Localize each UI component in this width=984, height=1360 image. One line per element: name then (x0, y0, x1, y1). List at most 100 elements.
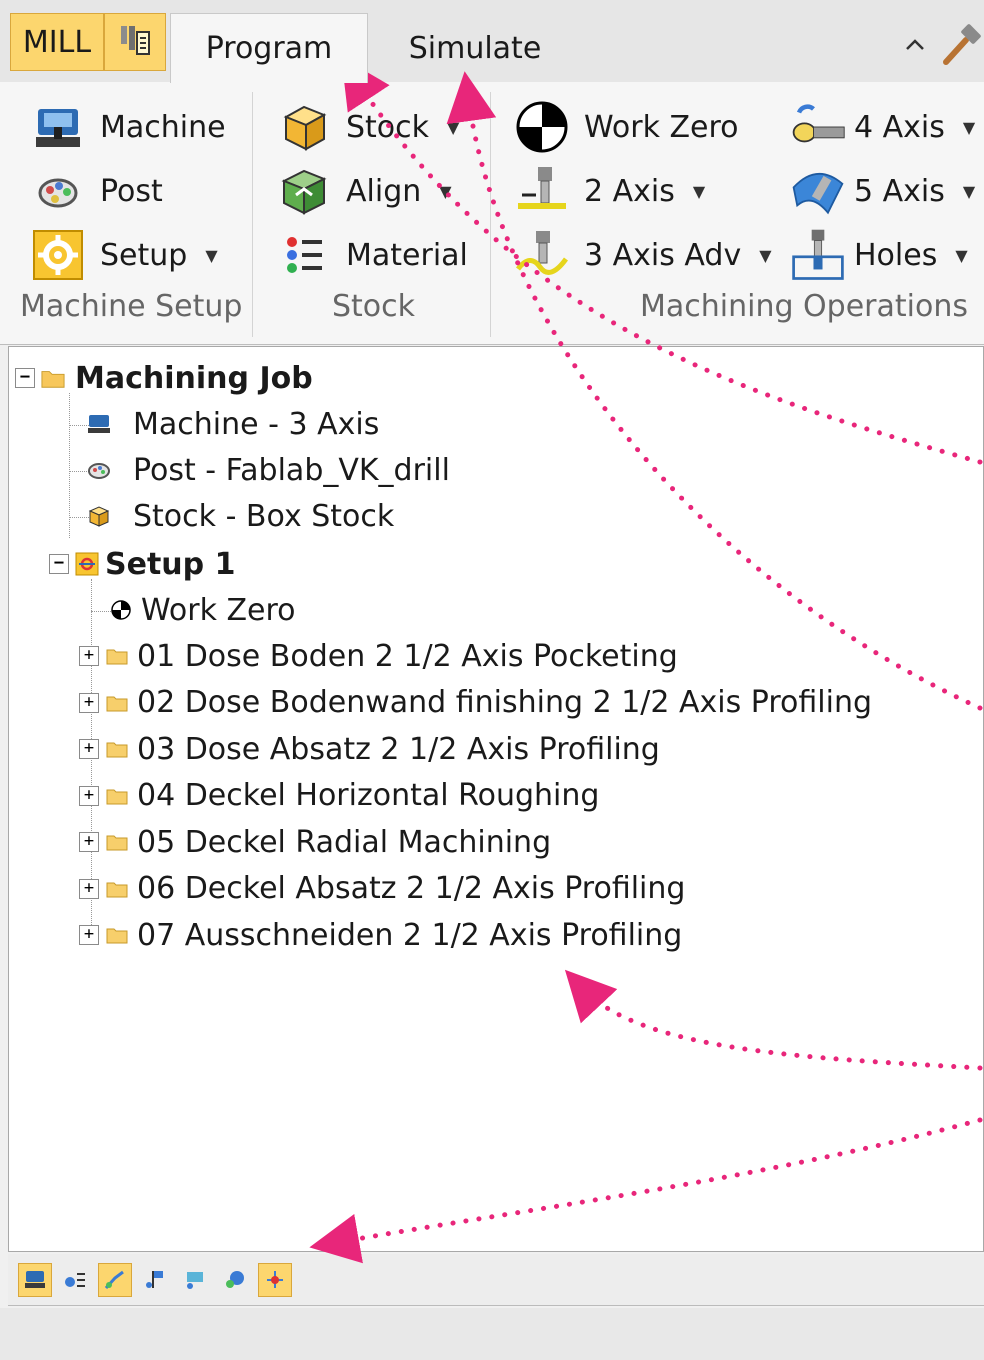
collapse-toggle[interactable]: − (49, 554, 69, 574)
five-axis-button[interactable]: 5 Axis ▼ (790, 162, 975, 220)
align-icon (281, 169, 327, 215)
work-zero-label: Work Zero (584, 109, 739, 145)
stock-view-button[interactable] (218, 1263, 252, 1297)
group-divider (252, 92, 253, 337)
tree-node-label: 06 Deckel Absatz 2 1/2 Axis Profiling (137, 871, 686, 906)
work-zero-icon (111, 600, 131, 620)
machine-button[interactable]: Machine (30, 98, 226, 156)
group-label-machining-operations: Machining Operations (640, 289, 968, 324)
setup-gear-icon (75, 552, 99, 576)
tree-node-operation[interactable]: +04 Deckel Horizontal Roughing (79, 775, 599, 817)
four-axis-label: 4 Axis (854, 109, 945, 145)
tool-view-button[interactable] (138, 1263, 172, 1297)
five-axis-dropdown-icon[interactable]: ▼ (963, 182, 975, 201)
expand-toggle[interactable]: + (79, 785, 99, 806)
machining-job-tree[interactable]: − Machining Job Machine - 3 Axis Post - … (8, 346, 984, 1252)
toolpath-view-button[interactable] (98, 1262, 132, 1297)
material-list-icon (287, 237, 322, 273)
holes-drill-icon (792, 229, 844, 280)
folder-icon (106, 835, 128, 851)
setup-label: Setup (100, 237, 188, 273)
material-button[interactable]: Material (276, 226, 468, 284)
tree-node-operation[interactable]: +03 Dose Absatz 2 1/2 Axis Profiling (79, 728, 660, 770)
tree-node-label: Stock - Box Stock (133, 498, 395, 534)
machine-icon (36, 109, 80, 147)
toolpath-list-button[interactable] (58, 1263, 92, 1297)
two-axis-tool-icon (518, 167, 566, 209)
toolpath-list-icon (65, 1272, 85, 1287)
holes-button[interactable]: Holes ▼ (790, 226, 968, 284)
tree-node-operation[interactable]: +05 Deckel Radial Machining (79, 821, 551, 863)
holes-dropdown-icon[interactable]: ▼ (955, 246, 967, 265)
three-axis-adv-button[interactable]: 3 Axis Adv ▼ (514, 226, 772, 284)
expand-toggle[interactable]: + (79, 739, 99, 759)
tab-program[interactable]: Program (170, 13, 368, 83)
work-zero-icon (516, 101, 568, 153)
tree-node-stock[interactable]: Stock - Box Stock (79, 495, 394, 537)
folder-icon (106, 742, 128, 758)
expand-toggle[interactable]: + (79, 878, 99, 899)
align-label: Align (346, 173, 422, 209)
two-axis-dropdown-icon[interactable]: ▼ (693, 182, 705, 201)
tree-node-label: Post - Fablab_VK_drill (133, 452, 450, 488)
stock-view-icon (226, 1270, 244, 1288)
tool-flag-icon (146, 1270, 163, 1288)
post-processor-icon (88, 463, 110, 479)
mill-label: MILL (22, 24, 92, 60)
tree-node-post[interactable]: Post - Fablab_VK_drill (79, 449, 450, 491)
tree-node-setup[interactable]: − Setup 1 (49, 543, 235, 585)
machine-label: Machine (100, 109, 226, 145)
align-dropdown-icon[interactable]: ▼ (439, 182, 451, 201)
tree-node-operation[interactable]: +01 Dose Boden 2 1/2 Axis Pocketing (79, 635, 678, 677)
stock-dropdown-icon[interactable]: ▼ (447, 118, 459, 137)
four-axis-button[interactable]: 4 Axis ▼ (790, 98, 975, 156)
tree-node-label: Work Zero (141, 592, 296, 628)
post-button[interactable]: Post (30, 162, 163, 220)
folder-icon (106, 882, 128, 897)
collapse-toggle[interactable]: − (15, 368, 35, 388)
tree-node-label: Machine - 3 Axis (133, 406, 380, 442)
tool-library-icon (121, 26, 150, 55)
tree-node-machining-job[interactable]: − Machining Job (15, 357, 313, 399)
tab-simulate[interactable]: Simulate (380, 13, 570, 83)
setup-view-button[interactable] (258, 1262, 292, 1297)
mill-mode-button[interactable]: MILL (10, 13, 104, 71)
tree-node-operation[interactable]: +07 Ausschneiden 2 1/2 Axis Profiling (79, 914, 682, 956)
group-label-stock: Stock (332, 289, 416, 324)
material-label: Material (346, 237, 468, 273)
tree-node-work-zero[interactable]: Work Zero (109, 589, 296, 631)
expand-toggle[interactable]: + (79, 925, 99, 945)
work-zero-button[interactable]: Work Zero (514, 98, 739, 156)
expand-toggle[interactable]: + (79, 832, 99, 852)
tree-node-operation[interactable]: +06 Deckel Absatz 2 1/2 Axis Profiling (79, 868, 685, 910)
machine-icon (25, 1270, 45, 1288)
tree-node-operation[interactable]: +02 Dose Bodenwand finishing 2 1/2 Axis … (79, 682, 872, 724)
three-axis-adv-dropdown-icon[interactable]: ▼ (759, 246, 771, 265)
tool-library-button[interactable] (104, 13, 166, 71)
align-button[interactable]: Align ▼ (276, 162, 452, 220)
hammer-icon[interactable] (938, 22, 984, 68)
four-axis-dropdown-icon[interactable]: ▼ (963, 118, 975, 137)
expand-toggle[interactable]: + (79, 692, 99, 713)
tree-node-label: 07 Ausschneiden 2 1/2 Axis Profiling (137, 917, 683, 953)
ribbon-tab-bar: MILL Program Simulate (0, 0, 984, 83)
collapse-ribbon-icon[interactable] (904, 34, 926, 56)
setup-button[interactable]: Setup ▼ (30, 226, 218, 284)
folder-icon (106, 696, 128, 711)
setup-dropdown-icon[interactable]: ▼ (205, 246, 217, 265)
machine-icon (88, 415, 110, 433)
post-label: Post (100, 173, 163, 209)
job-folder-icon (41, 371, 65, 388)
operation-view-button[interactable] (178, 1263, 212, 1297)
tree-node-machine[interactable]: Machine - 3 Axis (79, 403, 379, 445)
stock-box-icon (88, 506, 110, 527)
folder-icon (106, 789, 128, 804)
expand-toggle[interactable]: + (79, 646, 99, 666)
group-divider (490, 92, 491, 337)
show-machine-button[interactable] (18, 1262, 52, 1297)
stock-button[interactable]: Stock ▼ (276, 98, 459, 156)
group-label-machine-setup: Machine Setup (20, 289, 243, 324)
folder-icon (106, 928, 128, 944)
tree-guide-line (91, 611, 111, 612)
two-axis-button[interactable]: 2 Axis ▼ (514, 162, 705, 220)
